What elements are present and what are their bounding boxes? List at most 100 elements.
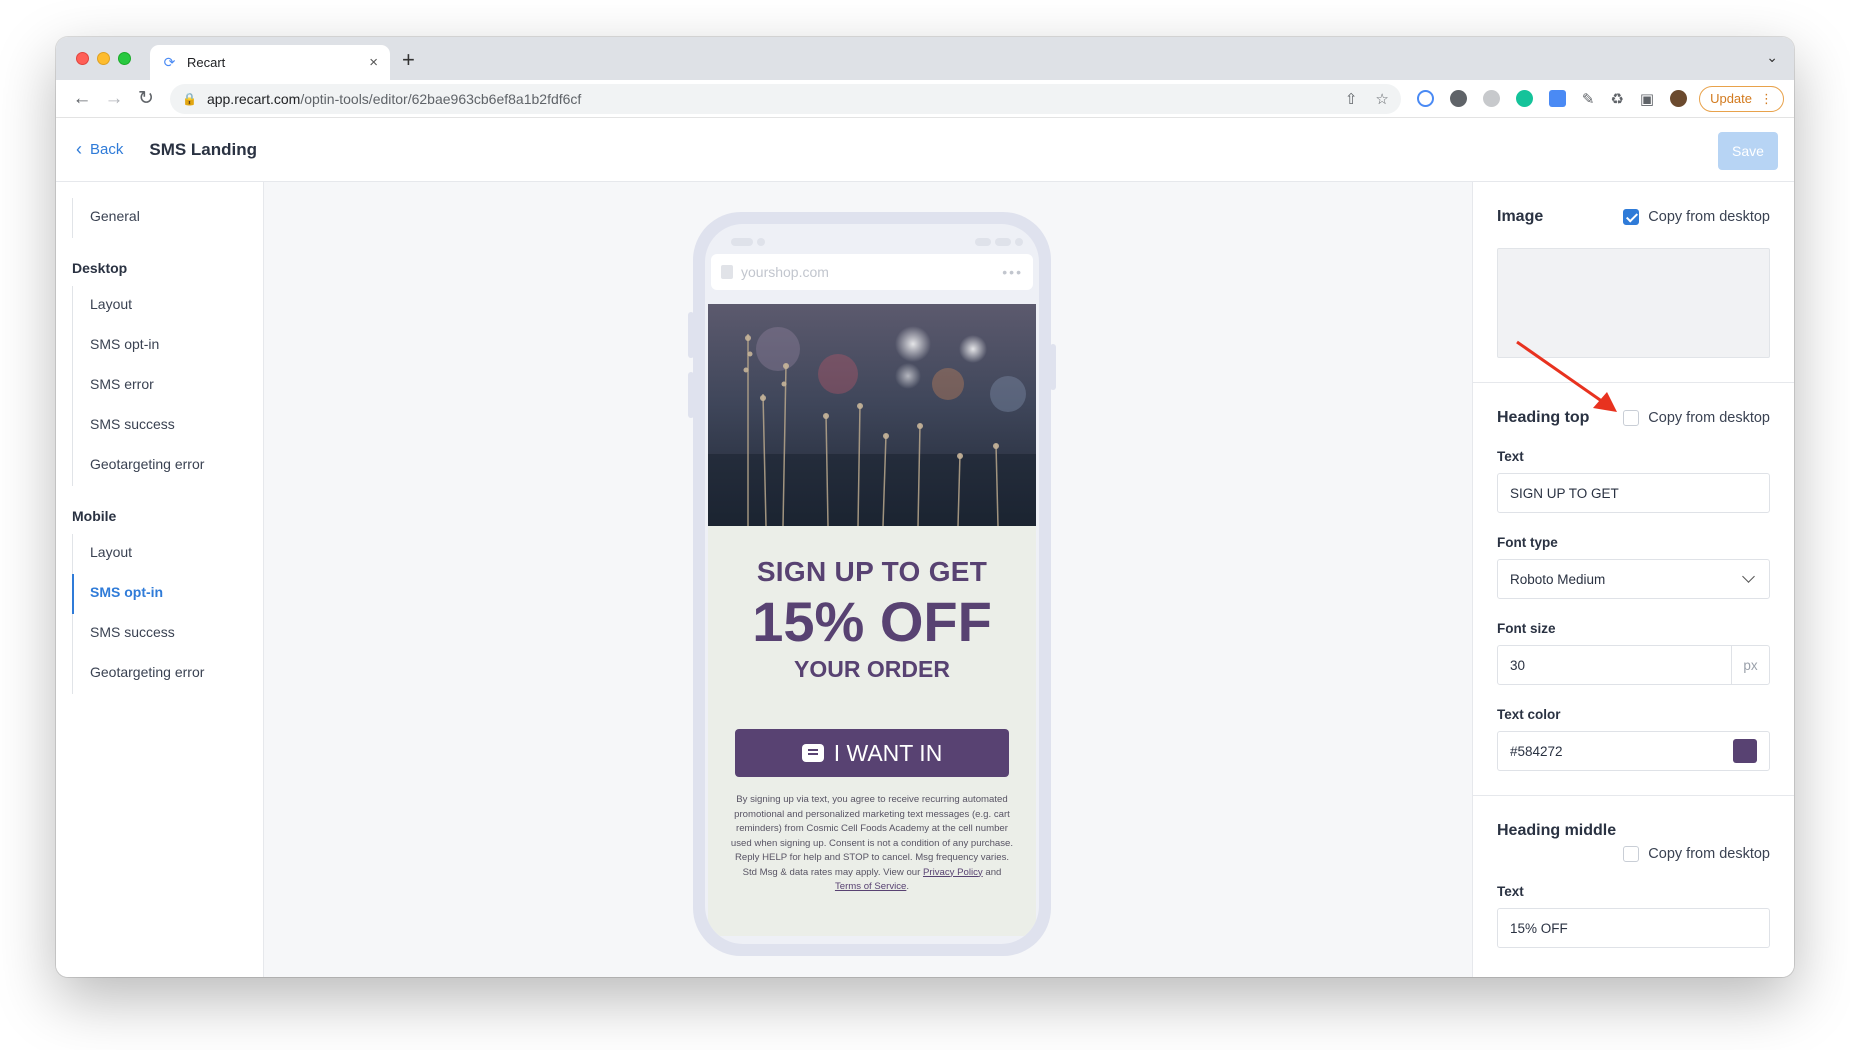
sidebar-item-general[interactable]: General bbox=[73, 198, 263, 238]
heading-middle-text-input[interactable]: 15% OFF bbox=[1497, 908, 1770, 948]
share-icon[interactable]: ⇧ bbox=[1345, 90, 1358, 108]
bookmark-star-icon[interactable]: ☆ bbox=[1375, 90, 1388, 108]
sidebar-item-desktop-sms-success[interactable]: SMS success bbox=[73, 406, 263, 446]
legal-text: By signing up via text, you agree to rec… bbox=[730, 794, 1014, 878]
color-swatch[interactable] bbox=[1733, 739, 1757, 763]
tab-strip: ⟳ Recart × + ⌄ bbox=[56, 37, 1794, 80]
chevron-left-icon: ‹ bbox=[76, 139, 82, 159]
heading-middle-title: Heading middle bbox=[1497, 822, 1617, 839]
phone-address-bar: yourshop.com ••• bbox=[711, 254, 1033, 290]
image-copy-from-desktop[interactable]: Copy from desktop bbox=[1623, 209, 1770, 225]
heading-top-title: Heading top bbox=[1497, 409, 1590, 426]
heading-middle-text-label: Text bbox=[1497, 884, 1524, 899]
back-arrow-icon[interactable]: ← bbox=[66, 88, 98, 110]
font-size-value: 30 bbox=[1510, 657, 1526, 673]
heading-middle-copy-label: Copy from desktop bbox=[1648, 846, 1770, 862]
phone-lock-icon bbox=[721, 265, 733, 279]
sidebar-nav: General Desktop Layout SMS opt-in SMS er… bbox=[56, 182, 264, 977]
legal-period: . bbox=[906, 881, 910, 892]
heading-top-text-value: SIGN UP TO GET bbox=[1510, 485, 1619, 501]
mobile-list: Layout SMS opt-in SMS success Geotargeti… bbox=[72, 534, 263, 694]
editor-body: General Desktop Layout SMS opt-in SMS er… bbox=[56, 182, 1794, 977]
update-label: Update bbox=[1710, 91, 1752, 106]
grammarly-extension-icon[interactable] bbox=[1515, 90, 1533, 107]
pen-extension-icon[interactable]: ✎ bbox=[1582, 90, 1595, 108]
update-button[interactable]: Update ⋮ bbox=[1699, 85, 1784, 112]
heading-top-text-label: Text bbox=[1497, 449, 1524, 464]
url-path: /optin-tools/editor/62bae963cb6ef8a1b2fd… bbox=[300, 90, 582, 107]
image-section: Image Copy from desktop bbox=[1473, 182, 1794, 383]
text-color-label: Text color bbox=[1497, 707, 1561, 722]
heading-top-copy-from-desktop[interactable]: Copy from desktop bbox=[1623, 410, 1770, 426]
general-list: General bbox=[72, 198, 263, 238]
heading-middle-copy-from-desktop[interactable]: Copy from desktop bbox=[1497, 846, 1770, 862]
moon-extension-icon[interactable] bbox=[1482, 90, 1500, 107]
heading-middle-text-value: 15% OFF bbox=[1510, 920, 1568, 936]
desktop-group-title: Desktop bbox=[72, 260, 128, 276]
phone-status-bar bbox=[705, 224, 1039, 254]
recart-favicon-icon: ⟳ bbox=[163, 54, 176, 70]
privacy-policy-link[interactable]: Privacy Policy bbox=[923, 867, 983, 878]
phone-more-icon: ••• bbox=[1002, 264, 1023, 280]
back-label: Back bbox=[90, 141, 124, 158]
sidebar-item-mobile-geotargeting-error[interactable]: Geotargeting error bbox=[73, 654, 263, 694]
image-copy-label: Copy from desktop bbox=[1648, 209, 1770, 225]
hero-image[interactable] bbox=[708, 304, 1036, 526]
new-tab-button[interactable]: + bbox=[402, 47, 415, 73]
desktop-list: Layout SMS opt-in SMS error SMS success … bbox=[72, 286, 263, 486]
heading-top-copy-label: Copy from desktop bbox=[1648, 410, 1770, 426]
sidebar-item-mobile-layout[interactable]: Layout bbox=[73, 534, 263, 574]
text-color-input[interactable]: #584272 bbox=[1497, 731, 1770, 771]
cta-button[interactable]: I WANT IN bbox=[735, 729, 1009, 777]
profile-avatar[interactable] bbox=[1670, 90, 1688, 107]
sidebar-item-mobile-sms-success[interactable]: SMS success bbox=[73, 614, 263, 654]
save-button[interactable]: Save bbox=[1718, 132, 1778, 170]
sidebar-item-mobile-sms-optin[interactable]: SMS opt-in bbox=[72, 574, 263, 614]
close-tab-icon[interactable]: × bbox=[369, 54, 378, 71]
heading-middle-copy-checkbox[interactable] bbox=[1623, 846, 1640, 862]
phone-power-button bbox=[1050, 344, 1056, 390]
translate-extension-icon[interactable] bbox=[1548, 90, 1566, 107]
image-upload-area[interactable] bbox=[1497, 248, 1770, 358]
url-host: app.recart.com bbox=[206, 90, 301, 107]
close-window-button[interactable] bbox=[76, 52, 89, 65]
preview-heading-top[interactable]: SIGN UP TO GET bbox=[708, 556, 1036, 588]
legal-and: and bbox=[985, 866, 1002, 878]
sidebar-item-desktop-sms-error[interactable]: SMS error bbox=[73, 366, 263, 406]
browser-window: ⟳ Recart × + ⌄ ← → ↻ 🔒 app.recart.com/op… bbox=[56, 37, 1794, 977]
terms-of-service-link[interactable]: Terms of Service bbox=[835, 881, 906, 892]
puzzle-icon[interactable]: ♻ bbox=[1610, 90, 1623, 108]
font-type-select[interactable]: Roboto Medium bbox=[1497, 559, 1770, 599]
image-copy-checkbox[interactable] bbox=[1623, 209, 1640, 225]
browser-tab[interactable]: ⟳ Recart × bbox=[150, 45, 390, 80]
phone-address: yourshop.com bbox=[741, 264, 829, 280]
heading-top-section: Heading top Copy from desktop Text SIGN … bbox=[1473, 383, 1794, 796]
forward-arrow-icon[interactable]: → bbox=[98, 88, 130, 110]
legal-disclaimer: By signing up via text, you agree to rec… bbox=[708, 777, 1036, 895]
font-type-label: Font type bbox=[1497, 535, 1558, 550]
minimize-window-button[interactable] bbox=[97, 52, 110, 65]
extensions-area: ✎ ♻ ▣ bbox=[1416, 90, 1688, 108]
heading-top-text-input[interactable]: SIGN UP TO GET bbox=[1497, 473, 1770, 513]
privacy-extension-icon[interactable] bbox=[1449, 90, 1467, 107]
back-link[interactable]: ‹ Back bbox=[76, 139, 123, 160]
chat-bubble-icon bbox=[801, 744, 824, 762]
phone-volume-down bbox=[688, 372, 694, 418]
preview-heading-bottom[interactable]: YOUR ORDER bbox=[708, 656, 1036, 683]
reload-icon[interactable]: ↻ bbox=[130, 87, 162, 110]
maximize-window-button[interactable] bbox=[118, 52, 131, 65]
heading-top-copy-checkbox[interactable] bbox=[1623, 410, 1640, 426]
tab-search-chevron-icon[interactable]: ⌄ bbox=[1766, 49, 1778, 66]
phone-screen: yourshop.com ••• SIGN UP TO GET 15% OFF … bbox=[705, 224, 1039, 944]
recart-extension-icon[interactable] bbox=[1416, 90, 1434, 107]
optin-popup-body: SIGN UP TO GET 15% OFF YOUR ORDER I WANT… bbox=[708, 526, 1036, 936]
font-size-input[interactable]: 30 px bbox=[1497, 645, 1770, 685]
sidebar-item-desktop-geotargeting-error[interactable]: Geotargeting error bbox=[73, 446, 263, 486]
font-size-unit: px bbox=[1731, 646, 1769, 684]
sidepanel-icon[interactable]: ▣ bbox=[1640, 90, 1654, 108]
address-bar[interactable]: 🔒 app.recart.com/optin-tools/editor/62ba… bbox=[170, 83, 1401, 114]
preview-heading-middle[interactable]: 15% OFF bbox=[708, 592, 1036, 652]
sidebar-item-desktop-layout[interactable]: Layout bbox=[73, 286, 263, 326]
heading-middle-section: Heading middle Copy from desktop Text 15… bbox=[1473, 796, 1794, 972]
sidebar-item-desktop-sms-optin[interactable]: SMS opt-in bbox=[73, 326, 263, 366]
